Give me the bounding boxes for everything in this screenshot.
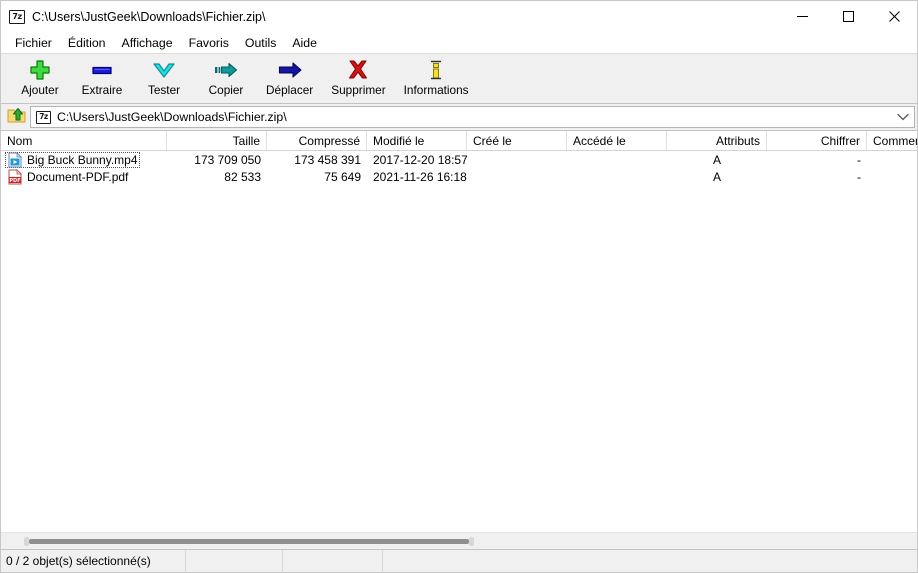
blue-bar-icon	[89, 58, 115, 82]
title-bar: 7z C:\Users\JustGeek\Downloads\Fichier.z…	[1, 1, 917, 32]
cell-nom[interactable]: PDF Document-PDF.pdf	[1, 168, 167, 185]
toolbar-label-deplacer: Déplacer	[266, 83, 314, 97]
close-button[interactable]	[871, 1, 917, 32]
toolbar: Ajouter Extraire Tester Copier Déplacer …	[1, 53, 917, 104]
menu-bar: Fichier Édition Affichage Favoris Outils…	[1, 32, 917, 53]
menu-item-favoris[interactable]: Favoris	[181, 35, 237, 51]
chevron-down-icon	[897, 113, 909, 121]
table-row[interactable]: Big Buck Bunny.mp4 173 709 050 173 458 3…	[1, 151, 917, 168]
status-segment-3	[283, 549, 383, 573]
close-icon	[888, 11, 900, 22]
svg-text:PDF: PDF	[9, 177, 20, 183]
menu-item-outils[interactable]: Outils	[237, 35, 284, 51]
table-row[interactable]: PDF Document-PDF.pdf 82 533 75 649 2021-…	[1, 168, 917, 185]
toolbar-label-copier: Copier	[208, 83, 244, 97]
file-name-text: Document-PDF.pdf	[27, 169, 129, 184]
cell-cree-le	[467, 151, 567, 168]
column-headers: Nom Taille Compressé Modifié le Créé le …	[1, 131, 917, 151]
column-header-compresse[interactable]: Compressé	[267, 131, 367, 150]
cell-modifie-le: 2021-11-26 16:18	[373, 169, 467, 184]
video-file-icon	[7, 151, 23, 168]
column-header-commentaire[interactable]: Commentaire	[867, 131, 917, 150]
red-x-icon	[345, 58, 371, 82]
address-dropdown-button[interactable]	[892, 107, 914, 127]
menu-item-affichage[interactable]: Affichage	[114, 35, 181, 51]
horizontal-scrollbar[interactable]	[1, 532, 917, 549]
menu-item-edition[interactable]: Édition	[60, 35, 114, 51]
maximize-icon	[842, 11, 854, 22]
toolbar-label-extraire: Extraire	[81, 83, 123, 97]
status-segment-2	[186, 549, 283, 573]
archive-icon-7z: 7z	[36, 110, 51, 124]
green-plus-icon	[27, 58, 53, 82]
cell-taille: 82 533	[224, 169, 261, 184]
yellow-info-icon	[423, 58, 449, 82]
minimize-button[interactable]	[779, 1, 825, 32]
toolbar-button-supprimer[interactable]: Supprimer	[322, 54, 394, 103]
toolbar-button-copier[interactable]: Copier	[195, 54, 257, 103]
file-name-text: Big Buck Bunny.mp4	[27, 152, 138, 167]
column-header-chiffrer[interactable]: Chiffrer	[767, 131, 867, 150]
toolbar-label-informations: Informations	[403, 83, 469, 97]
toolbar-button-informations[interactable]: Informations	[395, 54, 478, 103]
menu-item-fichier[interactable]: Fichier	[7, 35, 60, 51]
cell-commentaire	[867, 151, 917, 168]
pdf-file-icon: PDF	[7, 168, 23, 185]
name-box: PDF Document-PDF.pdf	[5, 168, 130, 185]
cell-commentaire	[867, 168, 917, 185]
seven-zip-window: 7z C:\Users\JustGeek\Downloads\Fichier.z…	[0, 0, 918, 573]
column-header-taille[interactable]: Taille	[167, 131, 267, 150]
toolbar-button-deplacer[interactable]: Déplacer	[257, 54, 322, 103]
cell-attributs: A	[712, 152, 721, 167]
teal-arrow-right-icon	[213, 58, 239, 82]
name-focus-box: Big Buck Bunny.mp4	[5, 151, 140, 168]
status-segment-4	[383, 550, 917, 573]
toolbar-button-ajouter[interactable]: Ajouter	[9, 54, 71, 103]
cell-compresse: 75 649	[324, 169, 361, 184]
cyan-chevron-down-icon	[151, 58, 177, 82]
scrollbar-track[interactable]	[3, 535, 915, 547]
window-controls	[779, 1, 917, 32]
column-header-cree-le[interactable]: Créé le	[467, 131, 567, 150]
maximize-button[interactable]	[825, 1, 871, 32]
toolbar-label-tester: Tester	[147, 83, 181, 97]
folder-up-icon	[7, 106, 26, 129]
file-rows: Big Buck Bunny.mp4 173 709 050 173 458 3…	[1, 151, 917, 532]
cell-attributs: A	[712, 169, 721, 184]
address-bar: 7z C:\Users\JustGeek\Downloads\Fichier.z…	[1, 104, 917, 131]
cell-chiffrer: -	[857, 152, 861, 167]
cell-taille: 173 709 050	[194, 152, 261, 167]
window-title: C:\Users\JustGeek\Downloads\Fichier.zip\	[32, 9, 266, 24]
cell-chiffrer: -	[857, 169, 861, 184]
minimize-icon	[796, 16, 808, 17]
status-selection-count: 0 / 2 objet(s) sélectionné(s)	[1, 549, 186, 573]
cell-nom[interactable]: Big Buck Bunny.mp4	[1, 151, 167, 168]
menu-item-aide[interactable]: Aide	[284, 35, 325, 51]
cell-accede-le	[567, 151, 667, 168]
up-one-level-button[interactable]	[3, 106, 30, 128]
address-path-text: C:\Users\JustGeek\Downloads\Fichier.zip\	[57, 110, 287, 124]
column-header-nom[interactable]: Nom	[1, 131, 167, 150]
cell-compresse: 173 458 391	[294, 152, 361, 167]
toolbar-label-supprimer: Supprimer	[331, 83, 386, 97]
status-bar: 0 / 2 objet(s) sélectionné(s)	[1, 549, 917, 573]
column-header-accede-le[interactable]: Accédé le	[567, 131, 667, 150]
toolbar-label-ajouter: Ajouter	[21, 83, 59, 97]
column-header-attributs[interactable]: Attributs	[667, 131, 767, 150]
scrollbar-thumb[interactable]	[24, 536, 474, 546]
file-list: Nom Taille Compressé Modifié le Créé le …	[1, 131, 917, 549]
toolbar-button-tester[interactable]: Tester	[133, 54, 195, 103]
navy-arrow-right-icon	[277, 58, 303, 82]
address-field[interactable]: 7z C:\Users\JustGeek\Downloads\Fichier.z…	[30, 106, 915, 128]
cell-modifie-le: 2017-12-20 18:57	[373, 152, 467, 167]
cell-accede-le	[567, 168, 667, 185]
toolbar-button-extraire[interactable]: Extraire	[71, 54, 133, 103]
column-header-modifie-le[interactable]: Modifié le	[367, 131, 467, 150]
app-icon-7z: 7z	[9, 9, 25, 24]
cell-cree-le	[467, 168, 567, 185]
